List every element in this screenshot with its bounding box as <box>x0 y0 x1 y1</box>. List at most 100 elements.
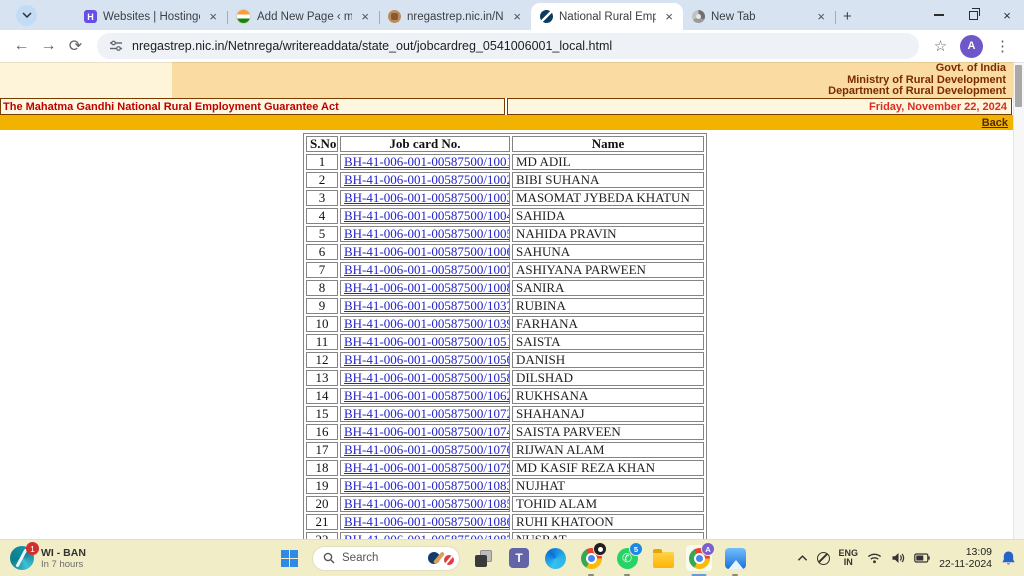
folder-icon <box>653 552 674 568</box>
jobcard-link[interactable]: BH-41-006-001-00587500/1006 <box>344 244 510 259</box>
start-button[interactable] <box>276 545 302 571</box>
jobcard-link[interactable]: BH-41-006-001-00587500/1002 <box>344 172 510 187</box>
scrollbar-thumb[interactable] <box>1015 65 1022 107</box>
table-header-row: S.No Job card No. Name <box>306 136 704 152</box>
wifi-button[interactable] <box>867 552 882 564</box>
jobcard-link[interactable]: BH-41-006-001-00587500/1039 <box>344 316 510 331</box>
tab-close-icon[interactable]: × <box>510 9 524 24</box>
jobcard-table: S.No Job card No. Name 1 BH-41-006-001-0… <box>303 133 707 539</box>
header-name: Name <box>512 136 704 152</box>
file-explorer-button[interactable] <box>650 545 676 571</box>
notification-bell-icon <box>1001 550 1016 566</box>
edge-app-button[interactable] <box>542 545 568 571</box>
government-header: Govt. of India Ministry of Rural Develop… <box>828 63 1006 98</box>
name-cell: NAHIDA PRAVIN <box>512 226 704 242</box>
bookmark-star-button[interactable]: ☆ <box>927 33 954 60</box>
hostinger-favicon-icon: H <box>84 10 97 23</box>
sno-cell: 1 <box>306 154 338 170</box>
widget-subtitle: In 7 hours <box>41 559 86 570</box>
address-bar[interactable]: nregastrep.nic.in/Netnrega/writereaddata… <box>97 33 919 59</box>
jobcard-link[interactable]: BH-41-006-001-00587500/1007 <box>344 262 510 277</box>
jobcard-link[interactable]: BH-41-006-001-00587500/1003 <box>344 190 510 205</box>
globe-favicon-icon <box>692 10 705 23</box>
table-row: 14 BH-41-006-001-00587500/1062 RUKHSANA <box>306 388 704 404</box>
india-flag-favicon-icon <box>236 9 251 24</box>
name-cell: RIJWAN ALAM <box>512 442 704 458</box>
name-cell: BIBI SUHANA <box>512 172 704 188</box>
clock[interactable]: 13:09 22-11-2024 <box>939 546 992 570</box>
task-view-button[interactable] <box>470 545 496 571</box>
tray-chevron-button[interactable] <box>797 554 808 562</box>
table-row: 22 BH-41-006-001-00587500/1087 NUSRAT <box>306 532 704 539</box>
tab-close-icon[interactable]: × <box>358 9 372 24</box>
sno-cell: 2 <box>306 172 338 188</box>
reload-button[interactable]: ⟳ <box>62 33 89 60</box>
minimize-button[interactable] <box>922 0 956 30</box>
tab-add-new-page[interactable]: Add New Page ‹ mgnregajo × <box>227 3 379 30</box>
browser-menu-button[interactable]: ⋮ <box>989 33 1016 60</box>
taskbar-search[interactable]: Search <box>312 546 460 571</box>
jobcard-link[interactable]: BH-41-006-001-00587500/1074 <box>344 424 510 439</box>
name-cell: SAISTA PARVEEN <box>512 424 704 440</box>
jobcard-link[interactable]: BH-41-006-001-00587500/1086 <box>344 514 510 529</box>
site-info-tune-icon[interactable] <box>109 40 123 52</box>
back-link[interactable]: Back <box>982 117 1008 129</box>
tab-hostinger[interactable]: H Websites | Hostinger × <box>75 3 227 30</box>
tab-close-icon[interactable]: × <box>814 9 828 24</box>
jobcard-link[interactable]: BH-41-006-001-00587500/1062 <box>344 388 510 403</box>
wifi-icon <box>867 552 882 564</box>
sno-cell: 9 <box>306 298 338 314</box>
jobcard-link[interactable]: BH-41-006-001-00587500/1037 <box>344 298 510 313</box>
jobcard-link[interactable]: BH-41-006-001-00587500/1087 <box>344 532 510 539</box>
new-tab-button[interactable]: + <box>843 9 852 24</box>
tab-new-tab[interactable]: New Tab × <box>683 3 835 30</box>
battery-button[interactable] <box>914 553 930 563</box>
tab-national-rural-employment-active[interactable]: National Rural Employemen × <box>531 3 683 30</box>
page-header-band: Govt. of India Ministry of Rural Develop… <box>0 62 1024 98</box>
whatsapp-app-button[interactable]: ✆ 5 <box>614 545 640 571</box>
jobcard-link[interactable]: BH-41-006-001-00587500/1005 <box>344 226 510 241</box>
volume-icon <box>891 552 905 564</box>
do-not-disturb-button[interactable] <box>817 552 830 565</box>
search-icon <box>323 552 335 564</box>
page-scrollbar[interactable] <box>1013 62 1024 539</box>
sno-cell: 4 <box>306 208 338 224</box>
sno-cell: 11 <box>306 334 338 350</box>
jobcard-link[interactable]: BH-41-006-001-00587500/1083 <box>344 478 510 493</box>
star-icon: ☆ <box>934 37 947 55</box>
table-row: 21 BH-41-006-001-00587500/1086 RUHI KHAT… <box>306 514 704 530</box>
url-text[interactable]: nregastrep.nic.in/Netnrega/writereaddata… <box>132 39 612 53</box>
kebab-menu-icon: ⋮ <box>995 37 1010 55</box>
teams-app-button[interactable]: T <box>506 545 532 571</box>
jobcard-link[interactable]: BH-41-006-001-00587500/1079 <box>344 460 510 475</box>
jobcard-link[interactable]: BH-41-006-001-00587500/1058 <box>344 370 510 385</box>
close-button[interactable]: × <box>990 0 1024 30</box>
jobcard-link[interactable]: BH-41-006-001-00587500/1085 <box>344 496 510 511</box>
jobcard-link[interactable]: BH-41-006-001-00587500/1076 <box>344 442 510 457</box>
jobcard-link[interactable]: BH-41-006-001-00587500/1001 <box>344 154 510 169</box>
jobcard-link[interactable]: BH-41-006-001-00587500/1008 <box>344 280 510 295</box>
sno-cell: 15 <box>306 406 338 422</box>
photos-app-button[interactable] <box>722 545 748 571</box>
weather-sports-widget[interactable]: 1 WI - BAN In 7 hours <box>10 540 86 576</box>
taskbar: 1 WI - BAN In 7 hours Search <box>0 539 1024 576</box>
restore-button[interactable] <box>956 0 990 30</box>
jobcard-link[interactable]: BH-41-006-001-00587500/1004 <box>344 208 510 223</box>
profile-avatar[interactable]: A <box>960 35 983 58</box>
name-cell: TOHID ALAM <box>512 496 704 512</box>
jobcard-link[interactable]: BH-41-006-001-00587500/1072 <box>344 406 510 421</box>
chrome-active-app-button[interactable]: A <box>686 545 712 571</box>
tab-close-icon[interactable]: × <box>662 9 676 24</box>
language-indicator[interactable]: ENG IN <box>839 549 859 568</box>
chrome-app-button[interactable] <box>578 545 604 571</box>
tab-close-icon[interactable]: × <box>206 9 220 24</box>
tab-nregastrep[interactable]: nregastrep.nic.in/Netnrega × <box>379 3 531 30</box>
forward-button[interactable]: → <box>35 33 62 60</box>
tab-search-button[interactable] <box>16 5 37 26</box>
jobcard-link[interactable]: BH-41-006-001-00587500/1051 <box>344 334 510 349</box>
battery-icon <box>914 553 930 563</box>
notifications-button[interactable] <box>1001 550 1016 566</box>
back-button[interactable]: ← <box>8 33 35 60</box>
volume-button[interactable] <box>891 552 905 564</box>
jobcard-link[interactable]: BH-41-006-001-00587500/1056 <box>344 352 510 367</box>
